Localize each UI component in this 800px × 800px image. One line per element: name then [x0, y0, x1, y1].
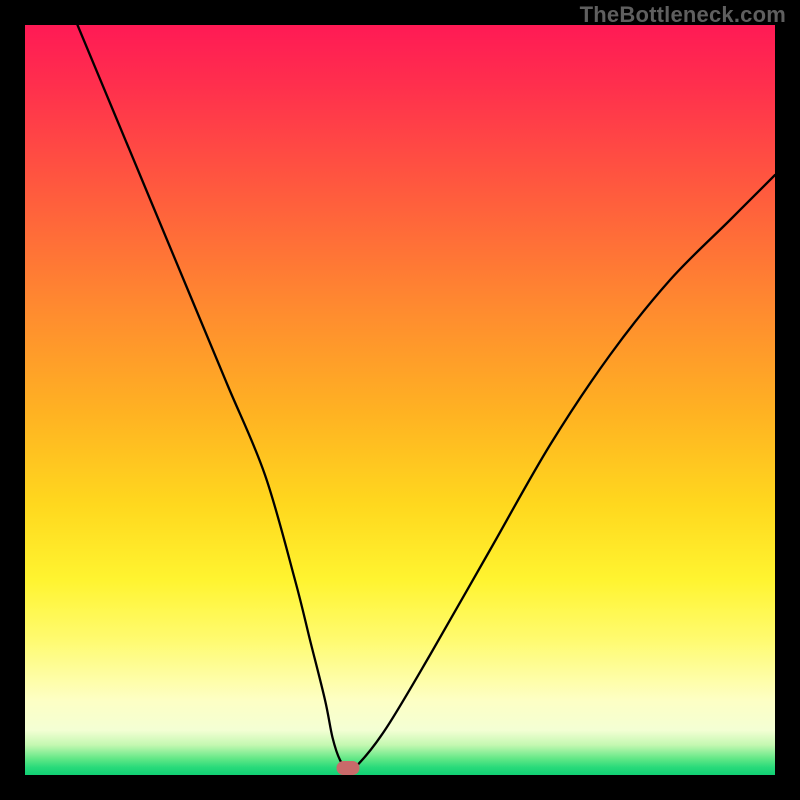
chart-frame: TheBottleneck.com: [0, 0, 800, 800]
watermark-text: TheBottleneck.com: [580, 2, 786, 28]
curve-line: [25, 25, 775, 775]
plot-area: [25, 25, 775, 775]
optimal-marker: [336, 761, 359, 775]
